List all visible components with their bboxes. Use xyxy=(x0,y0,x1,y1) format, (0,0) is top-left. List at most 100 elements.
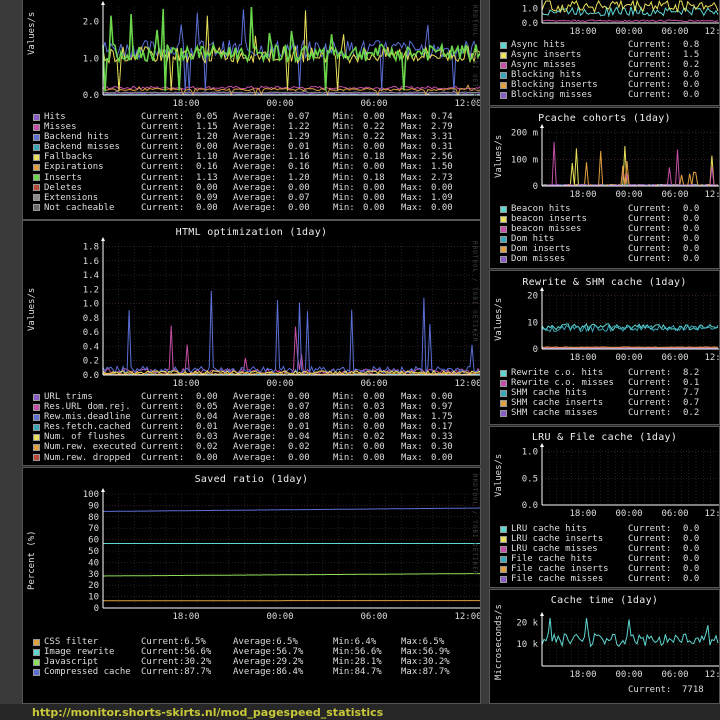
legend-label-average: Average: xyxy=(233,402,277,413)
legend-value-average: 0.00 xyxy=(288,182,310,193)
x-tick-label: 06:00 xyxy=(661,190,688,200)
legend-value-current: 0.0 xyxy=(683,534,700,545)
y-tick-label: 90 xyxy=(88,501,99,511)
x-tick-label: 12:00 xyxy=(704,190,720,200)
legend-swatch xyxy=(500,51,507,59)
series-line-async-misses xyxy=(541,19,719,23)
x-tick-label: 06:00 xyxy=(661,27,688,37)
legend-label-min: Min: xyxy=(333,442,355,453)
y-tick-label: 2.0 xyxy=(83,18,99,28)
legend-swatch xyxy=(33,123,40,131)
x-tick-label: 00:00 xyxy=(615,670,642,680)
legend-value-current: 7.7 xyxy=(683,388,700,399)
legend-label-average: Average: xyxy=(233,412,277,423)
y-tick-label: 20 xyxy=(527,292,538,302)
legend-swatch xyxy=(33,204,40,212)
grid xyxy=(541,449,718,506)
legend-value-max: 0.33 xyxy=(431,432,453,443)
y-tick-label: 200 m xyxy=(511,129,538,139)
legend-value-average: 0.00 xyxy=(288,392,310,402)
legend-label-min: Min: xyxy=(333,637,355,647)
legend-label-min: Min: xyxy=(333,162,355,173)
x-tick-label: 00:00 xyxy=(266,99,293,109)
legend-value-current: 0.0 xyxy=(683,70,700,81)
legend-value-current: 0.16 xyxy=(196,162,218,173)
legend-label-current: Current: xyxy=(141,122,185,133)
legend-value-average: 1.29 xyxy=(288,132,310,143)
x-tick-label: 18:00 xyxy=(569,353,596,363)
rrdtool-watermark: RRDTOOL / TOBI OETIKER xyxy=(471,5,478,107)
y-tick-label: 0.2 xyxy=(83,357,99,367)
legend-label-current: Current: xyxy=(628,204,672,214)
legend-label-average: Average: xyxy=(233,647,277,658)
legend-label-max: Max: xyxy=(401,422,423,433)
legend-swatch xyxy=(500,215,507,223)
legend-swatch xyxy=(500,565,507,573)
legend-label-average: Average: xyxy=(233,432,277,443)
legend-series-label: Res.fetch.cached xyxy=(44,422,131,433)
legend-label-current: Current: xyxy=(628,398,672,409)
legend-label-current: Current: xyxy=(628,80,672,91)
legend-swatch xyxy=(33,638,40,646)
legend-label-current: Current: xyxy=(628,524,672,534)
legend-value-max: 87.7% xyxy=(422,667,450,678)
legend-value-max: 0.00 xyxy=(431,182,453,193)
legend-swatch xyxy=(33,413,40,421)
x-tick-label: 18:00 xyxy=(172,612,199,622)
html-optimization-panel: HTML optimization (1day) Values/s 0.0 0.2… xyxy=(22,220,481,466)
legend-value-average: 1.20 xyxy=(288,172,310,183)
legend-label-average: Average: xyxy=(233,392,277,402)
legend-value-current: 0.00 xyxy=(196,452,218,463)
legend-value-min: 0.00 xyxy=(363,112,385,122)
legend-label-max: Max: xyxy=(401,637,423,647)
x-tick-label: 18:00 xyxy=(172,379,199,389)
x-tick-label: 18:00 xyxy=(569,670,596,680)
legend-value-min: 0.00 xyxy=(363,142,385,153)
async-cache-graph: 0.0 1.0 18:00 00:00 06:00 12:00 xyxy=(522,0,719,37)
legend-label-min: Min: xyxy=(333,392,355,402)
legend-label-min: Min: xyxy=(333,202,355,213)
legend-value-min: 0.03 xyxy=(363,402,385,413)
x-tick-label: 06:00 xyxy=(360,612,387,622)
legend-label-current: Current: xyxy=(628,234,672,245)
legend-label-max: Max: xyxy=(401,112,423,122)
legend-label-current: Current: xyxy=(141,637,185,647)
legend-label-min: Min: xyxy=(333,182,355,193)
cache-time-graph: 10 k 20 k 18:00 00:00 06:00 12:00 xyxy=(516,612,719,680)
legend-value-min: 0.00 xyxy=(363,192,385,203)
legend-label-min: Min: xyxy=(333,432,355,443)
statistics-url-link[interactable]: http://monitor.shorts-skirts.nl/mod_page… xyxy=(32,706,383,719)
legend-series-label: SHM cache inserts xyxy=(511,398,604,409)
legend-swatch xyxy=(33,184,40,192)
legend-series-label: URL trims xyxy=(44,392,93,402)
y-tick-label: 0.6 xyxy=(83,328,99,338)
legend-label-average: Average: xyxy=(233,122,277,133)
legend-label-min: Min: xyxy=(333,152,355,163)
y-tick-label: 1.6 xyxy=(83,257,99,267)
legend-swatch xyxy=(33,113,40,121)
legend-value-max: 0.74 xyxy=(431,112,453,122)
legend-label-average: Average: xyxy=(233,667,277,678)
legend-value-max: 0.31 xyxy=(431,142,453,153)
legend-value-current: 0.0 xyxy=(683,564,700,575)
legend-series-label: Inserts xyxy=(44,172,82,183)
legend-value-current: 0.7 xyxy=(683,398,700,409)
legend-series-label: Async misses xyxy=(511,60,577,71)
legend-swatch xyxy=(33,403,40,411)
legend-swatch xyxy=(33,393,40,401)
legend-label-max: Max: xyxy=(401,122,423,133)
legend-label-average: Average: xyxy=(233,162,277,173)
legend-label-current: Current: xyxy=(141,402,185,413)
legend-label-current: Current: xyxy=(628,564,672,575)
legend-swatch xyxy=(500,399,507,407)
legend-label-current: Current: xyxy=(628,378,672,389)
legend-swatch xyxy=(500,535,507,543)
y-tick-label: 1.4 xyxy=(83,271,99,281)
legend-series-label: SHM cache misses xyxy=(511,408,598,419)
legend-value-average: 0.07 xyxy=(288,112,310,122)
rrdtool-watermark: RRDTOOL / TOBI OETIKER xyxy=(471,241,478,343)
x-tick-label: 06:00 xyxy=(360,99,387,109)
legend-value-current: 0.0 xyxy=(683,90,700,101)
legend-label-max: Max: xyxy=(401,657,423,668)
legend-value-current: 0.04 xyxy=(196,412,218,423)
